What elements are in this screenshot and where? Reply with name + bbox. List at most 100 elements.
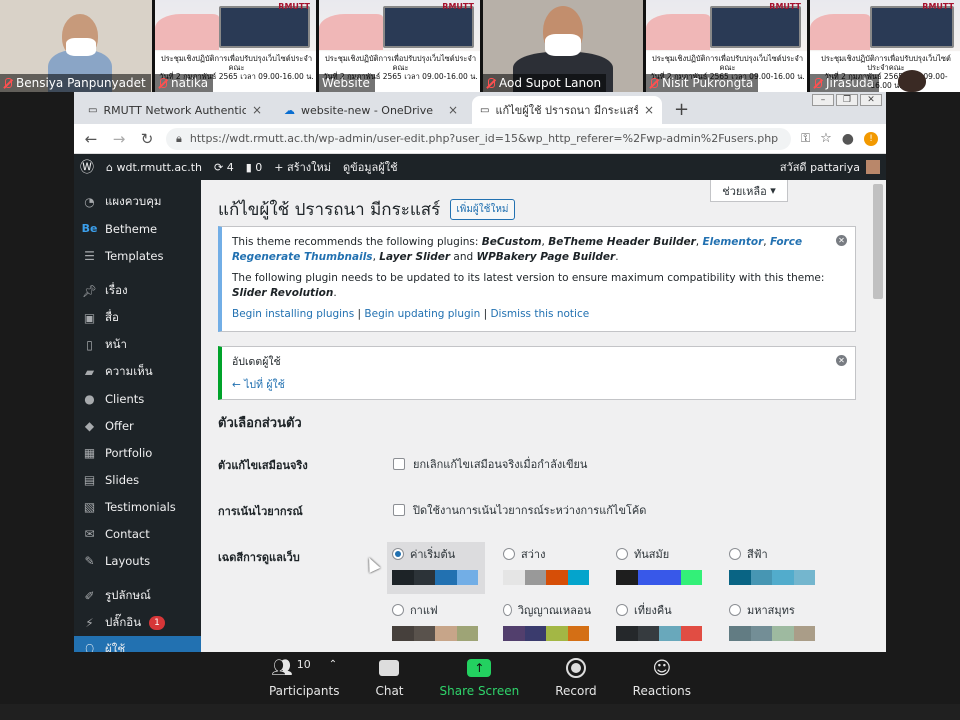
participant-tile[interactable]: Aod Supot Lanon: [483, 0, 643, 92]
share-screen-button[interactable]: ↑ Share Screen: [440, 656, 519, 704]
browser-tab[interactable]: ▭RMUTT Network Authentication×: [80, 96, 270, 124]
begin-installing-link[interactable]: Begin installing plugins: [232, 308, 354, 320]
color-scheme-option[interactable]: ทันสมัย: [611, 542, 709, 594]
sidebar-item-media[interactable]: ▣ สื่อ: [74, 304, 201, 331]
dismiss-icon[interactable]: ✕: [836, 355, 847, 366]
sidebar-item-comments[interactable]: ▰ ความเห็น: [74, 358, 201, 385]
updates-link[interactable]: ⟳ 4: [214, 161, 234, 174]
participant-tile[interactable]: Bensiya Panpunyadet: [0, 0, 152, 92]
elementor-link[interactable]: Elementor: [702, 236, 763, 248]
minimize-icon[interactable]: –: [812, 94, 834, 106]
sidebar-item-plugins[interactable]: ⚡︎ ปลั๊กอิน 1: [74, 609, 201, 636]
star-icon[interactable]: ☆: [820, 131, 832, 146]
sidebar-item-templates[interactable]: ☰ Templates: [74, 242, 201, 269]
dismiss-icon[interactable]: ✕: [836, 235, 847, 246]
visual-editor-option[interactable]: ยกเลิกแก้ไขเสมือนจริงเมื่อกำลังเขียน: [393, 455, 587, 473]
chevron-up-icon[interactable]: ⌃: [329, 659, 337, 670]
record-button[interactable]: Record: [555, 656, 597, 704]
new-tab-icon[interactable]: +: [674, 99, 689, 120]
color-scheme-radio[interactable]: [392, 548, 404, 560]
browser-tab[interactable]: ☁ website-new - OneDrive ×: [276, 96, 466, 124]
close-window-icon[interactable]: ✕: [860, 94, 882, 106]
sidebar-item-offer[interactable]: ◆ Offer: [74, 412, 201, 439]
forward-icon[interactable]: →: [110, 130, 128, 148]
sidebar-item-testimonials[interactable]: ▧ Testimonials: [74, 493, 201, 520]
visual-editor-checkbox[interactable]: [393, 458, 405, 470]
new-content-link[interactable]: + สร้างใหม่: [274, 158, 331, 176]
reactions-button[interactable]: ☺︎ Reactions: [633, 656, 691, 704]
notice-links: Begin installing plugins | Begin updatin…: [232, 308, 590, 320]
color-scheme-option[interactable]: วิญญาณเหลอน: [498, 598, 596, 650]
begin-updating-link[interactable]: Begin updating plugin: [364, 308, 480, 320]
sidebar-item-layouts[interactable]: ✎ Layouts: [74, 547, 201, 574]
participant-tile[interactable]: RMUTT ประชุมเชิงปฏิบัติการเพื่อปรับปรุงเว…: [319, 0, 480, 92]
participant-tile[interactable]: RMUTT ประชุมเชิงปฏิบัติการเพื่อปรับปรุงเว…: [155, 0, 316, 92]
sidebar-item-dashboard[interactable]: ◔ แผงควบคุม: [74, 188, 201, 215]
color-scheme-option[interactable]: ค่าเริ่มต้น: [387, 542, 485, 594]
profile-icon[interactable]: ●: [842, 131, 854, 147]
page-title: แก้ไขผู้ใช้ ปรารถนา มีกระแสร์ เพิ่มผู้ใช้…: [218, 196, 515, 223]
sidebar-item-appearance[interactable]: ✐ รูปลักษณ์: [74, 582, 201, 609]
color-scheme-option[interactable]: กาแฟ: [387, 598, 485, 650]
color-scheme-radio[interactable]: [392, 604, 404, 616]
close-tab-icon[interactable]: ×: [252, 103, 262, 117]
color-scheme-option[interactable]: เที่ยงคืน: [611, 598, 709, 650]
color-scheme-radio[interactable]: [729, 604, 741, 616]
view-user-link[interactable]: ดูข้อมูลผู้ใช้: [343, 158, 398, 176]
page-scrollbar[interactable]: [870, 180, 886, 652]
window-controls: – ❐ ✕: [812, 94, 882, 106]
color-scheme-radio[interactable]: [616, 548, 628, 560]
restore-icon[interactable]: ❐: [836, 94, 858, 106]
site-link[interactable]: ⌂ wdt.rmutt.ac.th: [106, 161, 202, 174]
participant-name: natika: [171, 76, 209, 90]
syntax-highlight-checkbox[interactable]: [393, 504, 405, 516]
color-scheme-radio[interactable]: [616, 604, 628, 616]
browser-tab-active[interactable]: ▭แก้ไขผู้ใช้ ปรารถนา มีกระแสร์ ‹ wdt.×: [472, 96, 662, 124]
dismiss-notice-link[interactable]: Dismiss this notice: [490, 308, 589, 320]
sidebar-item-users[interactable]: 👤︎ ผู้ใช้: [74, 636, 201, 652]
howdy-text[interactable]: สวัสดี pattariya: [780, 158, 860, 176]
avatar[interactable]: [866, 160, 880, 174]
color-swatches: [503, 570, 591, 585]
participants-button[interactable]: 👥︎ 10 ⌃ Participants: [269, 656, 340, 704]
sidebar-item-betheme[interactable]: Be Betheme: [74, 215, 201, 242]
sidebar-item-pages[interactable]: ▯ หน้า: [74, 331, 201, 358]
color-scheme-radio[interactable]: [729, 548, 741, 560]
reload-icon[interactable]: ↻: [138, 130, 156, 148]
scrollbar-thumb[interactable]: [873, 184, 883, 299]
sidebar-item-posts[interactable]: 📌︎ เรื่อง: [74, 277, 201, 304]
color-swatch: [772, 570, 794, 585]
notice-line: This theme recommends the following plug…: [232, 236, 803, 263]
color-scheme-option[interactable]: มหาสมุทร: [724, 598, 822, 650]
user-updated-notice: อัปเดตผู้ใช้ ← ไปที่ ผู้ใช้ ✕: [218, 346, 856, 400]
sidebar-item-contact[interactable]: ✉ Contact: [74, 520, 201, 547]
slide-logo: RMUTT: [769, 2, 801, 11]
color-scheme-option[interactable]: สีฟ้า: [724, 542, 822, 594]
syntax-highlight-option[interactable]: ปิดใช้งานการเน้นไวยากรณ์ระหว่างการแก้ไขโ…: [393, 501, 646, 519]
close-tab-icon[interactable]: ×: [644, 103, 654, 117]
go-to-users-link[interactable]: ← ไปที่ ผู้ใช้: [232, 379, 285, 391]
back-icon[interactable]: ←: [82, 130, 100, 148]
close-tab-icon[interactable]: ×: [448, 103, 458, 117]
color-scheme-option[interactable]: สว่าง: [498, 542, 596, 594]
plugins-icon: ⚡︎: [85, 615, 94, 630]
help-tab-button[interactable]: ช่วยเหลือ ▾: [710, 180, 788, 202]
color-swatch: [524, 570, 546, 585]
key-icon[interactable]: ⚿: [801, 131, 810, 146]
url-field[interactable]: 🔒︎ https://wdt.rmutt.ac.th/wp-admin/user-…: [166, 127, 791, 150]
betheme-icon: Be: [81, 222, 98, 235]
color-scheme-radio[interactable]: [503, 604, 512, 616]
participant-tile[interactable]: RMUTT ประชุมเชิงปฏิบัติการเพื่อปรับปรุงเว…: [646, 0, 807, 92]
sidebar-item-clients[interactable]: ● Clients: [74, 385, 201, 412]
color-swatches: [616, 626, 704, 641]
color-scheme-radio[interactable]: [503, 548, 515, 560]
comments-link[interactable]: ▮ 0: [246, 161, 263, 174]
chat-button[interactable]: Chat: [375, 656, 404, 704]
wordpress-logo-icon[interactable]: Ⓦ: [80, 157, 94, 177]
add-new-user-button[interactable]: เพิ่มผู้ใช้ใหม่: [450, 199, 515, 220]
sidebar-item-slides[interactable]: ▤ Slides: [74, 466, 201, 493]
sidebar-item-portfolio[interactable]: ▦ Portfolio: [74, 439, 201, 466]
page-icon: ▭: [480, 104, 490, 116]
participant-tile[interactable]: RMUTT ประชุมเชิงปฏิบัติการเพื่อปรับปรุงเว…: [810, 0, 960, 92]
update-icon[interactable]: !: [864, 131, 878, 146]
